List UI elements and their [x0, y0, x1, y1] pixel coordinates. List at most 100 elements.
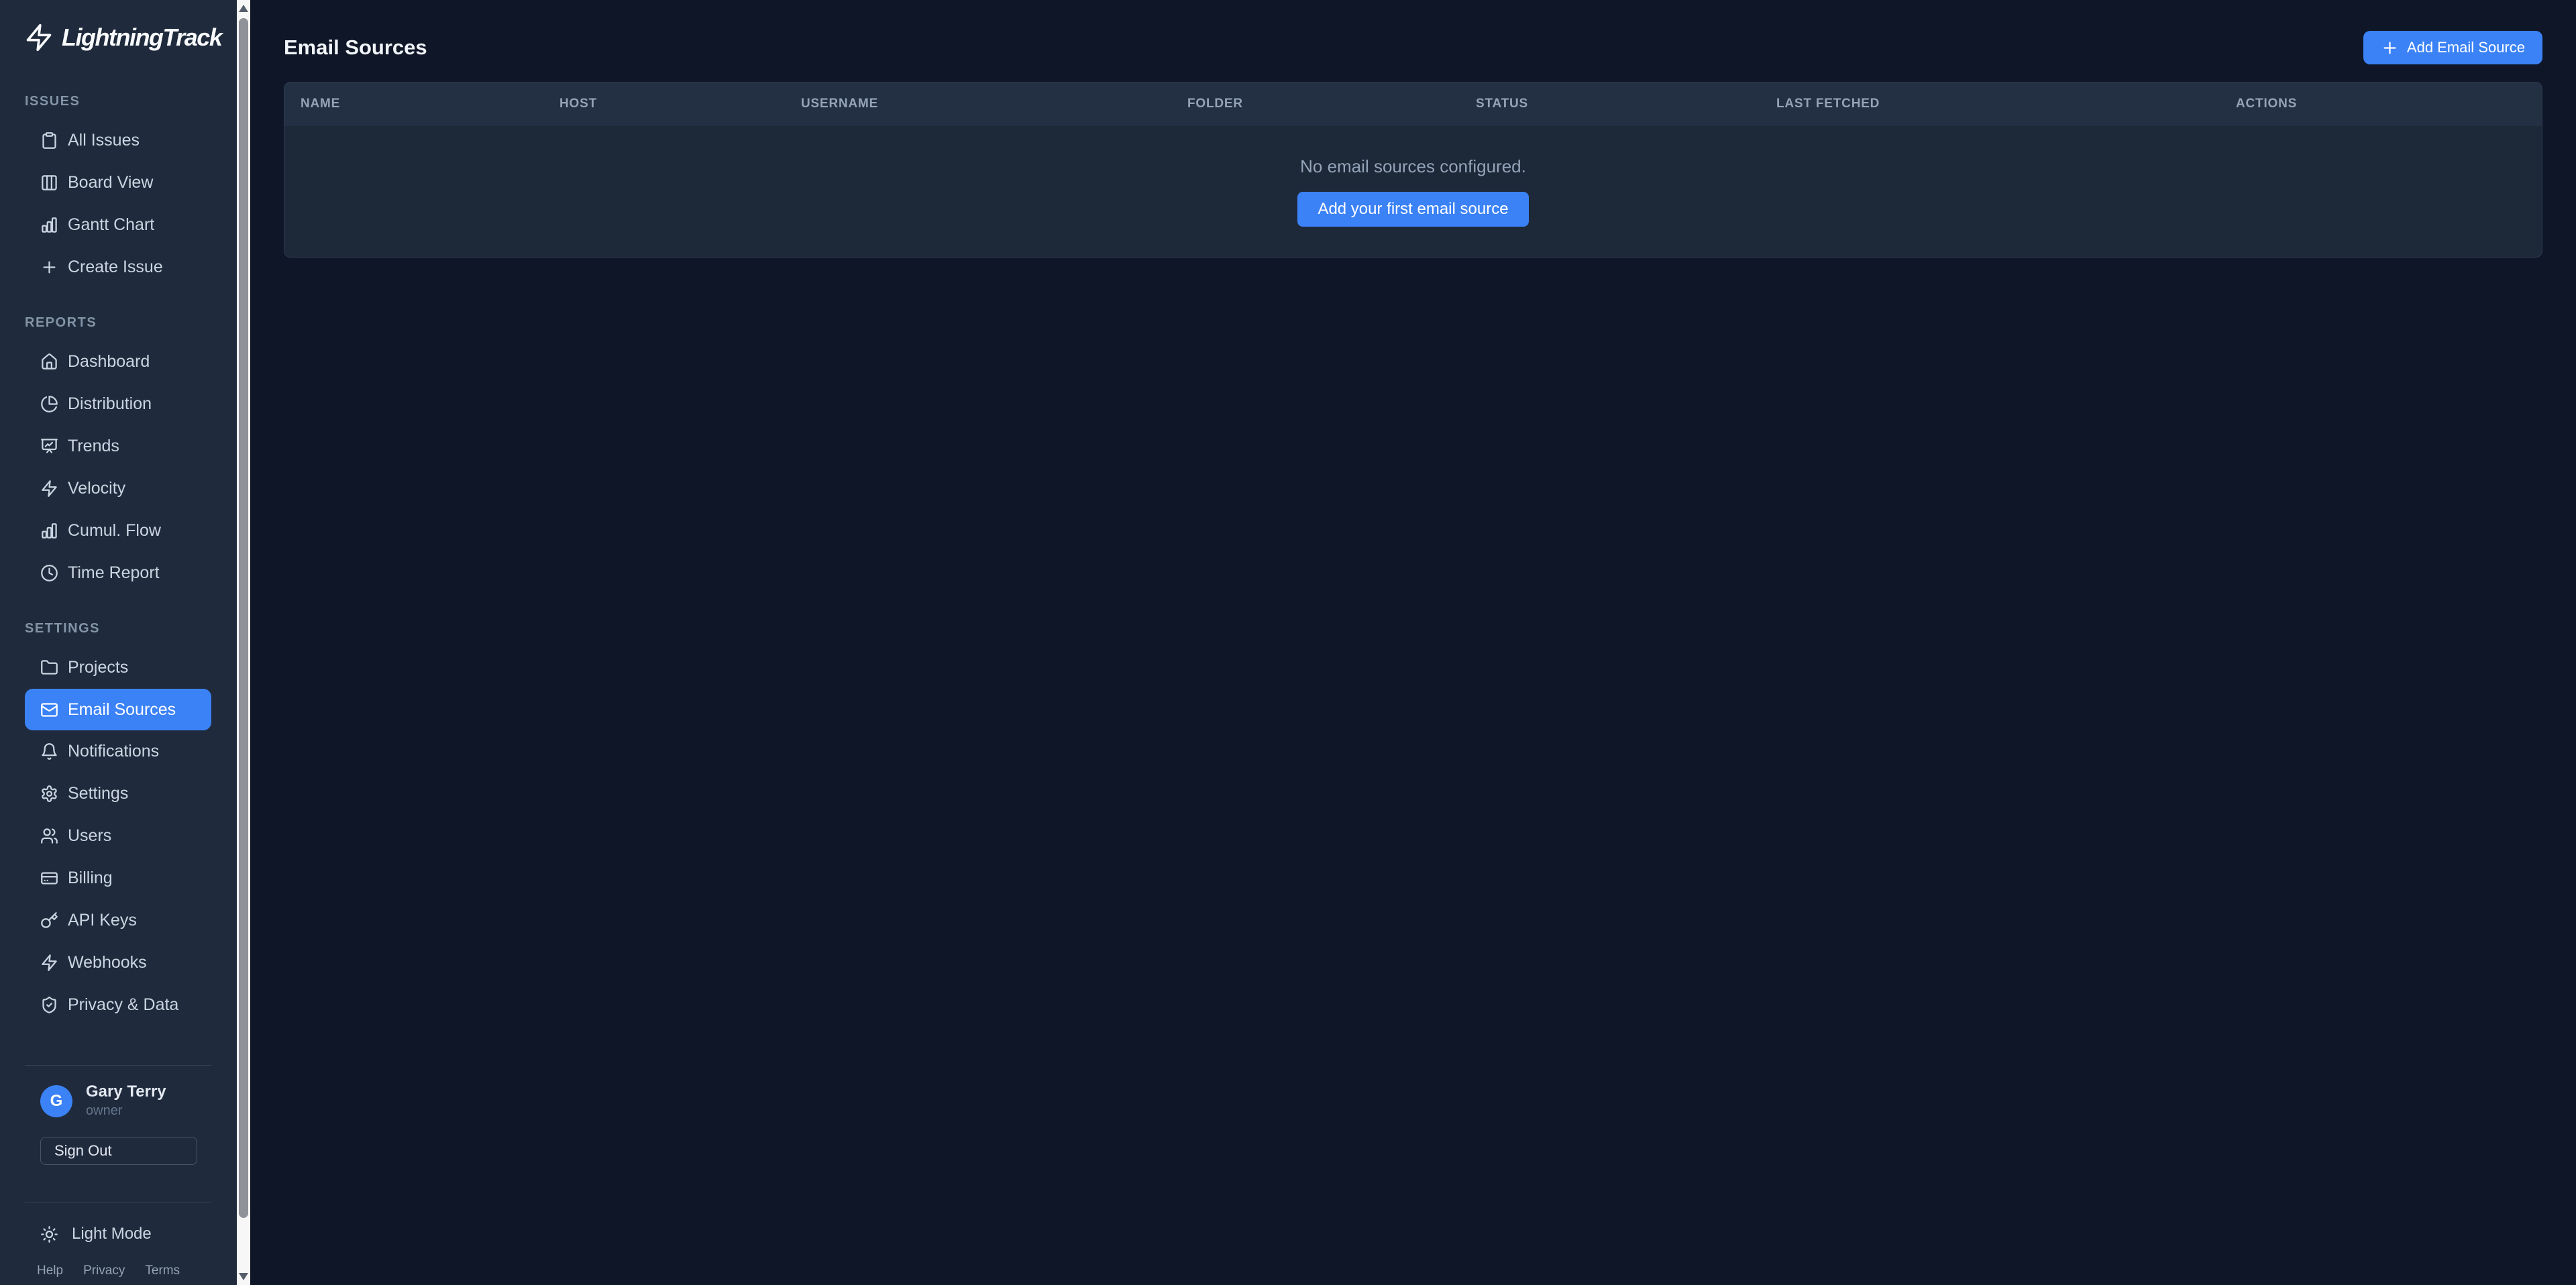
sidebar-item-label: Distribution: [68, 394, 152, 414]
scrollbar-down-arrow[interactable]: [239, 1273, 248, 1280]
pie-chart-icon: [40, 395, 58, 413]
column-header-name: NAME: [301, 97, 559, 111]
plus-icon: [40, 258, 58, 276]
sidebar: LightningTrack ISSUES All Issues Board V…: [0, 0, 237, 1285]
empty-state: No email sources configured. Add your fi…: [284, 125, 2542, 257]
theme-toggle-label: Light Mode: [72, 1225, 152, 1243]
sidebar-item-velocity[interactable]: Velocity: [25, 467, 211, 510]
presentation-chart-icon: [40, 437, 58, 455]
email-sources-table-card: NAME HOST USERNAME FOLDER STATUS LAST FE…: [284, 82, 2542, 258]
bell-icon: [40, 742, 58, 761]
sidebar-item-label: Gantt Chart: [68, 215, 154, 235]
sidebar-item-label: Board View: [68, 173, 153, 192]
user-profile: G Gary Terry owner: [25, 1082, 211, 1119]
sidebar-nav: ISSUES All Issues Board View Gantt Chart…: [0, 76, 237, 1026]
user-name: Gary Terry: [86, 1082, 166, 1102]
shield-check-icon: [40, 996, 58, 1014]
table-header-row: NAME HOST USERNAME FOLDER STATUS LAST FE…: [284, 82, 2542, 125]
nav-section-settings: SETTINGS: [25, 621, 211, 636]
sidebar-item-label: Velocity: [68, 479, 125, 498]
main-content: Email Sources Add Email Source NAME HOST…: [250, 0, 2576, 1285]
column-header-actions: ACTIONS: [2236, 97, 2542, 111]
bar-chart-icon: [40, 522, 58, 540]
plus-icon: [2381, 39, 2399, 57]
divider: [25, 1065, 211, 1066]
users-icon: [40, 827, 58, 845]
user-role: owner: [86, 1102, 166, 1119]
credit-card-icon: [40, 869, 58, 887]
sidebar-item-webhooks[interactable]: Webhooks: [25, 942, 211, 984]
sidebar-item-distribution[interactable]: Distribution: [25, 383, 211, 425]
sidebar-item-board-view[interactable]: Board View: [25, 162, 211, 204]
sidebar-item-label: Dashboard: [68, 352, 150, 372]
sidebar-item-time-report[interactable]: Time Report: [25, 552, 211, 594]
add-email-source-button[interactable]: Add Email Source: [2363, 31, 2542, 64]
sidebar-item-label: Users: [68, 826, 111, 846]
sidebar-item-label: Trends: [68, 437, 119, 456]
lightning-bolt-icon: [40, 480, 58, 498]
empty-state-message: No email sources configured.: [1300, 156, 1526, 177]
footer-link-terms[interactable]: Terms: [145, 1264, 180, 1278]
sidebar-item-label: Settings: [68, 784, 128, 803]
lightning-bolt-icon: [40, 954, 58, 972]
nav-section-issues: ISSUES: [25, 94, 211, 109]
sidebar-item-trends[interactable]: Trends: [25, 425, 211, 467]
sidebar-item-users[interactable]: Users: [25, 815, 211, 857]
clock-icon: [40, 564, 58, 582]
sign-out-button[interactable]: Sign Out: [40, 1137, 197, 1165]
sidebar-item-label: Privacy & Data: [68, 995, 178, 1015]
folder-icon: [40, 659, 58, 677]
sun-icon: [40, 1225, 58, 1243]
sidebar-item-label: Create Issue: [68, 258, 163, 277]
add-first-email-source-button[interactable]: Add your first email source: [1297, 192, 1528, 227]
avatar: G: [40, 1085, 72, 1117]
column-header-status: STATUS: [1476, 97, 1776, 111]
sidebar-item-label: Billing: [68, 869, 113, 888]
home-icon: [40, 353, 58, 371]
add-email-source-label: Add Email Source: [2407, 39, 2525, 56]
footer-link-privacy[interactable]: Privacy: [83, 1264, 125, 1278]
sidebar-item-email-sources[interactable]: Email Sources: [25, 689, 211, 730]
column-header-last-fetched: LAST FETCHED: [1776, 97, 2236, 111]
sidebar-item-label: API Keys: [68, 911, 137, 930]
clipboard-icon: [40, 131, 58, 150]
sidebar-item-label: Webhooks: [68, 953, 147, 972]
key-icon: [40, 911, 58, 930]
theme-toggle[interactable]: Light Mode: [25, 1225, 211, 1243]
column-header-username: USERNAME: [801, 97, 1187, 111]
sidebar-item-privacy-data[interactable]: Privacy & Data: [25, 984, 211, 1026]
scrollbar-thumb[interactable]: [239, 18, 248, 1218]
sidebar-item-label: Email Sources: [68, 700, 176, 720]
board-columns-icon: [40, 174, 58, 192]
sidebar-item-api-keys[interactable]: API Keys: [25, 899, 211, 942]
sidebar-item-gantt-chart[interactable]: Gantt Chart: [25, 204, 211, 246]
sidebar-item-cumul-flow[interactable]: Cumul. Flow: [25, 510, 211, 552]
app-screen: LightningTrack ISSUES All Issues Board V…: [0, 0, 2576, 1285]
nav-section-reports: REPORTS: [25, 315, 211, 331]
sidebar-item-notifications[interactable]: Notifications: [25, 730, 211, 773]
sidebar-item-create-issue[interactable]: Create Issue: [25, 246, 211, 288]
sidebar-item-label: Notifications: [68, 742, 159, 761]
sidebar-item-projects[interactable]: Projects: [25, 647, 211, 689]
column-header-folder: FOLDER: [1187, 97, 1476, 111]
sidebar-item-billing[interactable]: Billing: [25, 857, 211, 899]
footer-link-help[interactable]: Help: [37, 1264, 63, 1278]
sidebar-item-all-issues[interactable]: All Issues: [25, 119, 211, 162]
scrollbar-up-arrow[interactable]: [239, 5, 248, 12]
app-logo[interactable]: LightningTrack: [0, 0, 237, 76]
sidebar-scrollbar[interactable]: [237, 0, 250, 1285]
sidebar-item-settings[interactable]: Settings: [25, 773, 211, 815]
lightning-bolt-icon: [24, 17, 54, 58]
app-title: LightningTrack: [62, 23, 221, 52]
page-header: Email Sources Add Email Source: [284, 30, 2542, 66]
bar-chart-icon: [40, 216, 58, 234]
sidebar-item-label: Time Report: [68, 563, 160, 583]
sidebar-item-label: All Issues: [68, 131, 140, 150]
mail-icon: [40, 701, 58, 719]
sidebar-item-label: Projects: [68, 658, 128, 677]
sidebar-bottom: G Gary Terry owner Sign Out Light Mode H…: [0, 1037, 237, 1285]
footer-links: Help Privacy Terms: [25, 1264, 211, 1278]
sidebar-item-dashboard[interactable]: Dashboard: [25, 341, 211, 383]
column-header-host: HOST: [559, 97, 801, 111]
page-title: Email Sources: [284, 36, 427, 60]
